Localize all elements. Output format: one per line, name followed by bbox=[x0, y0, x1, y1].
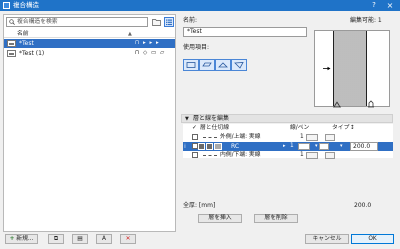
hatch-fill bbox=[333, 31, 367, 106]
header-layers: 層と仕切線 bbox=[200, 125, 229, 131]
cancel-button[interactable]: キャンセル bbox=[305, 234, 349, 244]
search-icon bbox=[9, 19, 15, 25]
close-button[interactable]: × bbox=[384, 0, 396, 11]
name-field[interactable]: *Test bbox=[183, 27, 307, 37]
table-row[interactable]: 内側/下端: 実線 1 bbox=[183, 151, 393, 160]
composite-list-panel: 複合構造を検索 名前 ▲ *Test ⊓ ▸ ▸ ▸ *Test (1) ⊓ ◇… bbox=[3, 14, 176, 232]
collapse-icon: ▼ bbox=[185, 116, 189, 122]
ok-button[interactable]: OK bbox=[351, 234, 394, 244]
layers-section-title: 層と線を編集 bbox=[193, 115, 230, 122]
copy-button[interactable]: ▤ bbox=[72, 234, 88, 244]
material-swatch[interactable] bbox=[214, 143, 222, 150]
list-item[interactable]: *Test (1) ⊓ ◇ ▭ ▱ bbox=[4, 49, 175, 58]
new-button-label: 新規... bbox=[14, 236, 34, 242]
usage-label: 使用項目: bbox=[183, 44, 210, 51]
shell-usage-icon[interactable] bbox=[231, 59, 247, 71]
exterior-side-icon bbox=[333, 101, 341, 108]
header-check-icon: ✓ bbox=[192, 125, 197, 131]
structure-preview bbox=[314, 30, 390, 107]
type-swatch[interactable] bbox=[319, 143, 329, 150]
pen-value: 1 bbox=[300, 134, 304, 140]
interior-side-icon bbox=[368, 100, 374, 108]
slab-usage-icon[interactable] bbox=[199, 59, 215, 71]
list-column-header[interactable]: 名前 ▲ bbox=[4, 30, 175, 38]
list-item-label: *Test bbox=[19, 40, 34, 47]
duplicate-button[interactable]: ⧉ bbox=[48, 234, 64, 244]
insert-layer-button[interactable]: 層を挿入 bbox=[198, 214, 242, 223]
wall-usage-icon[interactable] bbox=[183, 59, 199, 71]
rename-button[interactable]: A bbox=[96, 234, 112, 244]
pen-swatch[interactable] bbox=[306, 134, 318, 141]
layer-material-label: RC bbox=[231, 143, 240, 150]
header-thickness-icon: ↕ bbox=[350, 125, 355, 131]
pen-value: 1 bbox=[290, 143, 294, 149]
line-label: 内側/下端: 実線 bbox=[220, 152, 261, 158]
row-checkbox[interactable] bbox=[192, 152, 198, 158]
delete-button[interactable]: ✕ bbox=[120, 234, 136, 244]
remove-layer-button[interactable]: 層を削除 bbox=[254, 214, 298, 223]
total-thickness-label: 全厚: [mm] bbox=[183, 202, 216, 209]
table-row[interactable]: 外側/上端: 実線 1 bbox=[183, 133, 393, 142]
new-button[interactable]: + 新規... bbox=[5, 234, 38, 244]
thickness-input[interactable]: 200.0 bbox=[350, 142, 378, 151]
app-icon bbox=[3, 2, 10, 9]
type-swatch[interactable] bbox=[325, 134, 335, 141]
chevron-down-icon[interactable]: ▾ bbox=[340, 142, 343, 151]
header-pen: 線/ペン bbox=[290, 125, 310, 131]
search-input[interactable]: 複合構造を検索 bbox=[6, 17, 148, 27]
title-bar: 複合構造 ? × bbox=[0, 0, 400, 11]
table-row[interactable]: ⁞ RC ▸ 1 ▾ ▾ 200.0 bbox=[183, 142, 393, 151]
list-item[interactable]: *Test ⊓ ▸ ▸ ▸ bbox=[4, 39, 175, 48]
usage-flags-icon: ⊓ ◇ ▭ ▱ bbox=[135, 50, 166, 56]
chevron-down-icon[interactable]: ▾ bbox=[315, 142, 318, 151]
drag-handle-icon[interactable]: ⁞ bbox=[184, 142, 186, 151]
name-label: 名前: bbox=[183, 17, 198, 24]
layers-section-header[interactable]: ▼ 層と線を編集 bbox=[181, 114, 393, 123]
composite-swatch-icon bbox=[7, 40, 16, 47]
list-view-icon[interactable] bbox=[164, 17, 174, 27]
header-type: タイプ bbox=[332, 125, 350, 131]
column-name[interactable]: 名前 bbox=[17, 30, 29, 38]
type-swatch[interactable] bbox=[325, 152, 335, 159]
row-checkbox[interactable] bbox=[192, 134, 198, 140]
arrow-right-icon[interactable]: ▸ bbox=[283, 142, 286, 151]
pen-swatch[interactable] bbox=[298, 143, 310, 150]
folder-icon[interactable] bbox=[152, 18, 161, 26]
pen-swatch[interactable] bbox=[306, 152, 318, 159]
window-title: 複合構造 bbox=[13, 1, 39, 9]
composite-swatch-icon bbox=[7, 50, 16, 57]
help-button[interactable]: ? bbox=[368, 0, 380, 11]
roof-usage-icon[interactable] bbox=[215, 59, 231, 71]
list-item-label: *Test (1) bbox=[19, 50, 45, 57]
reference-line-marker-icon bbox=[323, 66, 331, 71]
dashed-line-icon bbox=[203, 155, 217, 156]
usage-toggles bbox=[183, 59, 247, 71]
search-placeholder: 複合構造を検索 bbox=[17, 19, 58, 25]
dashed-line-icon bbox=[203, 137, 217, 138]
layers-table: ✓ 層と仕切線 線/ペン タイプ ↕ 外側/上端: 実線 1 ⁞ RC ▸ 1 … bbox=[183, 124, 393, 160]
pen-value: 1 bbox=[300, 152, 304, 158]
editable-count: 編集可能: 1 bbox=[350, 17, 382, 24]
fill-swatch[interactable] bbox=[198, 143, 205, 150]
fill-swatch[interactable] bbox=[206, 143, 213, 150]
sort-up-icon: ▲ bbox=[128, 31, 132, 37]
total-thickness-value: 200.0 bbox=[354, 202, 372, 209]
line-label: 外側/上端: 実線 bbox=[220, 134, 261, 140]
usage-flags-icon: ⊓ ▸ ▸ ▸ bbox=[135, 40, 160, 46]
